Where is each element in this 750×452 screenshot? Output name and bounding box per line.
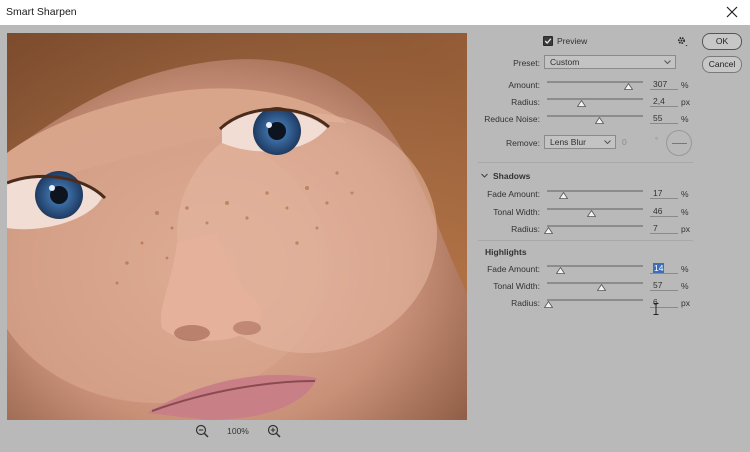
highlights-fade-amount-thumb[interactable] <box>555 266 566 274</box>
highlights-fade-amount-input[interactable]: 14 <box>650 263 678 274</box>
shadows-fade-amount-unit: % <box>681 189 689 199</box>
highlights-tonal-width-label: Tonal Width: <box>493 281 540 291</box>
shadows-fade-amount-label: Fade Amount: <box>487 189 540 199</box>
shadows-radius-input[interactable]: 7 <box>650 223 678 234</box>
reduce-noise-unit: % <box>681 114 689 124</box>
preset-value: Custom <box>550 57 580 67</box>
preview-label: Preview <box>557 36 588 46</box>
remove-value: Lens Blur <box>550 137 586 147</box>
highlights-tonal-width-track[interactable] <box>547 282 643 284</box>
radius-label: Radius: <box>511 97 540 107</box>
text-cursor-icon <box>653 303 659 315</box>
close-icon[interactable] <box>722 2 742 22</box>
shadows-fade-amount-thumb[interactable] <box>558 191 569 199</box>
highlights-radius-track[interactable] <box>547 299 643 301</box>
shadows-collapse-icon[interactable] <box>480 171 489 180</box>
preview-checkbox[interactable] <box>543 36 553 46</box>
radius-unit: px <box>681 97 690 107</box>
shadows-radius-unit: px <box>681 224 690 234</box>
radius-slider-thumb[interactable] <box>576 99 587 107</box>
highlights-fade-amount-unit: % <box>681 264 689 274</box>
highlights-fade-amount-label: Fade Amount: <box>487 264 540 274</box>
gear-icon[interactable] <box>676 35 690 49</box>
amount-slider-thumb[interactable] <box>623 82 634 90</box>
highlights-fade-amount-selection: 14 <box>653 263 665 273</box>
zoom-bar: 100% <box>190 423 290 439</box>
shadows-tonal-width-input[interactable]: 46 <box>650 206 678 217</box>
ok-button[interactable]: OK <box>702 33 742 50</box>
shadows-fade-amount-input[interactable]: 17 <box>650 188 678 199</box>
amount-unit: % <box>681 80 689 90</box>
cancel-button[interactable]: Cancel <box>702 56 742 73</box>
chevron-down-icon <box>664 60 671 65</box>
highlights-tonal-width-thumb[interactable] <box>596 283 607 291</box>
highlights-header[interactable]: Highlights <box>485 247 527 257</box>
preset-select[interactable]: Custom <box>544 55 676 69</box>
window-title: Smart Sharpen <box>6 6 77 18</box>
highlights-radius-thumb[interactable] <box>544 300 554 308</box>
amount-input[interactable]: 307 <box>650 79 678 90</box>
remove-select[interactable]: Lens Blur <box>544 135 616 149</box>
shadows-radius-label: Radius: <box>511 224 540 234</box>
reduce-noise-slider-thumb[interactable] <box>595 116 605 124</box>
divider <box>478 240 693 241</box>
highlights-tonal-width-input[interactable]: 57 <box>650 280 678 291</box>
shadows-radius-track[interactable] <box>547 225 643 227</box>
radius-input[interactable]: 2,4 <box>650 96 678 107</box>
highlights-radius-unit: px <box>681 298 690 308</box>
zoom-out-icon[interactable] <box>194 423 210 439</box>
highlights-tonal-width-unit: % <box>681 281 689 291</box>
shadows-radius-thumb[interactable] <box>544 226 554 234</box>
zoom-level: 100% <box>227 426 249 436</box>
highlights-radius-label: Radius: <box>511 298 540 308</box>
shadows-tonal-width-label: Tonal Width: <box>493 207 540 217</box>
angle-input[interactable]: 0 <box>622 137 648 147</box>
shadows-tonal-width-thumb[interactable] <box>586 209 596 217</box>
reduce-noise-label: Reduce Noise: <box>484 114 540 124</box>
angle-dial[interactable] <box>666 130 692 156</box>
reduce-noise-input[interactable]: 55 <box>650 113 678 124</box>
radius-slider-track[interactable] <box>547 98 643 100</box>
divider <box>478 162 693 163</box>
angle-unit: ° <box>655 136 659 145</box>
preview-image[interactable] <box>7 33 467 420</box>
title-bar: Smart Sharpen <box>0 0 750 25</box>
amount-label: Amount: <box>508 80 540 90</box>
shadows-tonal-width-unit: % <box>681 207 689 217</box>
zoom-in-icon[interactable] <box>266 423 282 439</box>
preset-label: Preset: <box>513 58 540 68</box>
chevron-down-icon <box>604 140 611 145</box>
remove-label: Remove: <box>505 138 540 148</box>
shadows-header[interactable]: Shadows <box>493 171 530 181</box>
